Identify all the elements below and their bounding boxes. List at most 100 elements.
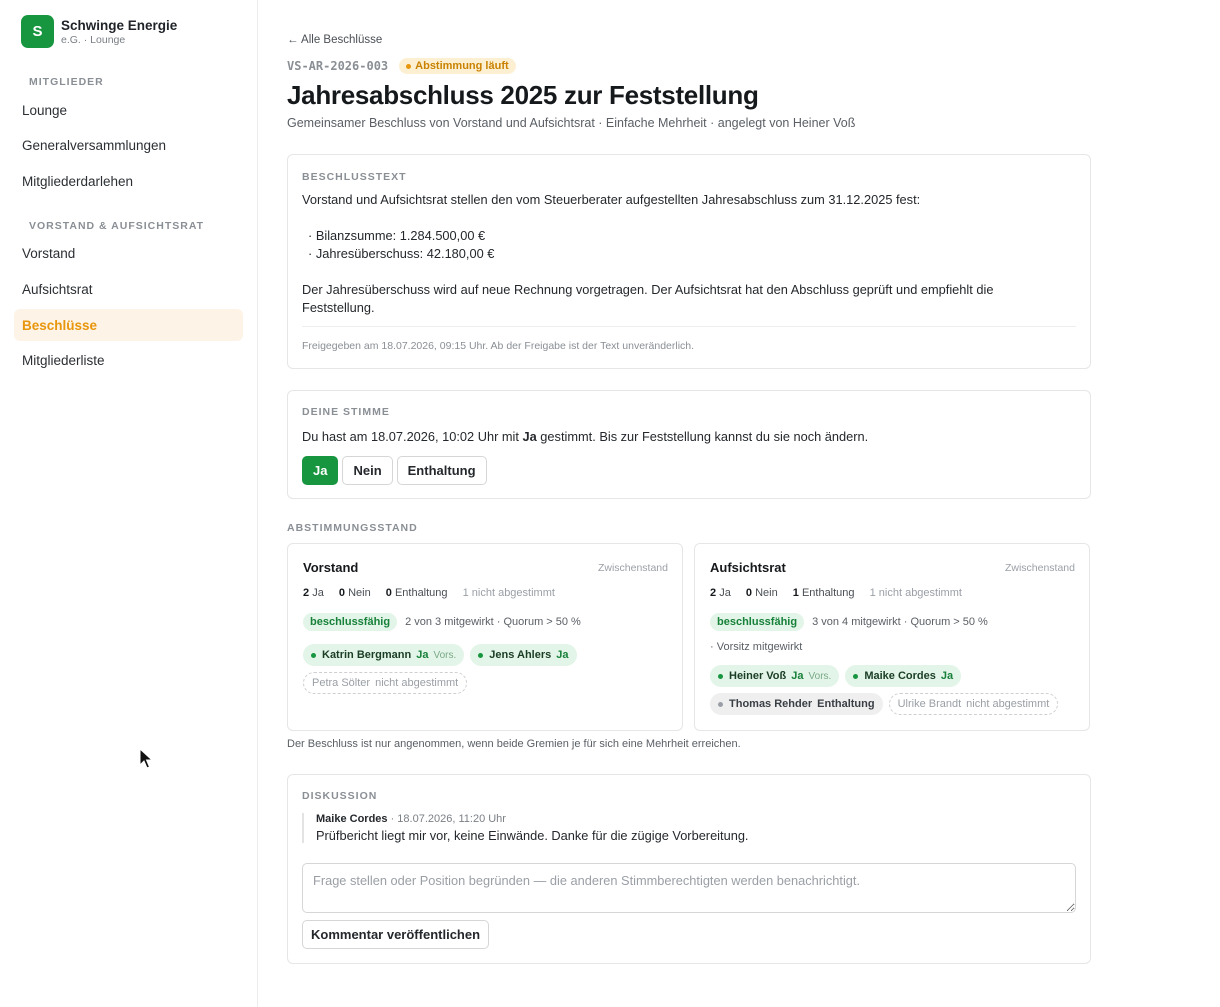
member-name: Jens Ahlers [489, 649, 552, 661]
count-yes: 2 [710, 587, 717, 599]
vote-dot-icon [311, 652, 316, 658]
count-no: 0 [338, 587, 345, 599]
resolution-closing-line: Der Jahresüberschuss wird auf neue Rechn… [302, 282, 994, 297]
comment-timestamp: · 18.07.2026, 11:20 Uhr [387, 813, 506, 825]
member-role: Vors. [808, 670, 832, 682]
count-no-label: Nein [348, 587, 371, 599]
my-vote-text: Du hast am 18.07.2026, 10:02 Uhr mit Ja … [302, 428, 868, 446]
resolution-text-body: Vorstand und Aufsichtsrat stellen den vo… [302, 191, 1078, 317]
sidebar-item-aufsichtsrat[interactable]: Aufsichtsrat [14, 273, 243, 305]
count-abstain: 1 [792, 587, 799, 599]
member-vote: Ja [791, 670, 804, 682]
sidebar-item-lounge[interactable]: Lounge [14, 94, 243, 126]
member-chip: Petra Sölter nicht abgestimmt [303, 672, 468, 694]
vote-dot-icon [718, 701, 723, 707]
my-vote-text-before: Du hast am 18.07.2026, 10:02 Uhr mit [302, 429, 523, 444]
back-link[interactable]: ← Alle Beschlüsse [287, 34, 382, 46]
release-footnote: Freigegeben am 18.07.2026, 09:15 Uhr. Ab… [302, 340, 695, 352]
member-chips: Petra Sölter nicht abgestimmt [303, 672, 473, 694]
member-vote: Ja [416, 649, 429, 661]
tally-card-vorstand: Vorstand Zwischenstand 2 Ja 0 Nein 0 Ent… [287, 543, 683, 731]
tally-card-aufsichtsrat: Aufsichtsrat Zwischenstand 2 Ja 0 Nein 1… [694, 543, 1090, 731]
discussion-card: DISKUSSION Maike Cordes · 18.07.2026, 11… [287, 774, 1091, 964]
vote-yes-button[interactable]: Ja [302, 456, 339, 485]
resolution-text-card: BESCHLUSSTEXT Vorstand und Aufsichtsrat … [287, 154, 1091, 369]
my-vote-card: DEINE STIMME Du hast am 18.07.2026, 10:0… [287, 390, 1091, 499]
count-abstain-label: Enthaltung [801, 587, 855, 599]
brand-text: Schwinge Energie e.G. · Lounge [61, 17, 177, 47]
member-name: Petra Sölter [312, 677, 371, 689]
count-abstain-label: Enthaltung [394, 587, 448, 599]
brand[interactable]: S Schwinge Energie e.G. · Lounge [21, 15, 177, 48]
brand-name: Schwinge Energie [61, 17, 178, 33]
resolution-closing-line: Feststellung. [302, 300, 375, 315]
sidebar-item-generalversammlungen[interactable]: Generalversammlungen [14, 129, 243, 161]
tally-label: ABSTIMMUNGSSTAND [287, 522, 418, 534]
count-no-label: Nein [755, 587, 778, 599]
vote-options: Ja Nein Enthaltung [302, 456, 491, 485]
quorum-badge: beschlussfähig [303, 613, 398, 631]
vote-dot-icon [478, 652, 484, 658]
member-chips: Katrin Bergmann Ja Vors. Jens Ahlers Ja [303, 644, 583, 666]
interim-label: Zwischenstand [1004, 562, 1075, 574]
majority-rule-note: Der Beschluss ist nur angenommen, wenn b… [287, 738, 741, 750]
comment-meta: Maike Cordes · 18.07.2026, 11:20 Uhr [316, 813, 749, 825]
count-no: 0 [745, 587, 752, 599]
chair-note: · Vorsitz mitgewirkt [710, 641, 803, 653]
quorum-row: beschlussfähig 2 von 3 mitgewirkt · Quor… [303, 613, 581, 631]
member-vote: Ja [940, 670, 954, 682]
count-yes-label: Ja [719, 587, 731, 599]
my-vote-word: Ja [522, 429, 537, 444]
resolution-bullet: · Jahresüberschuss: 42.180,00 € [308, 246, 495, 261]
comment-body: Prüfbericht liegt mir vor, keine Einwänd… [316, 828, 749, 843]
member-vote: Ja [556, 649, 569, 661]
vote-abstain-button[interactable]: Enthaltung [396, 456, 487, 485]
mouse-cursor-icon [139, 748, 154, 769]
my-vote-text-after: gestimmt. Bis zur Feststellung kannst du… [536, 429, 869, 444]
vote-counts: 2 Ja 0 Nein 1 Enthaltung 1 nicht abgesti… [710, 587, 962, 599]
member-chip: Ulrike Brandt nicht abgestimmt [888, 693, 1059, 715]
vote-counts: 2 Ja 0 Nein 0 Enthaltung 1 nicht abgesti… [303, 587, 555, 599]
quorum-text: 2 von 3 mitgewirkt · Quorum > 50 % [405, 616, 581, 628]
tally-body-name: Vorstand [303, 560, 359, 575]
reference-row: VS-AR-2026-003 Abstimmung läuft [287, 58, 516, 74]
quorum-text: 3 von 4 mitgewirkt · Quorum > 50 % [812, 616, 988, 628]
status-badge: Abstimmung läuft [399, 58, 516, 74]
member-name: Ulrike Brandt [897, 698, 962, 710]
resolution-text-label: BESCHLUSSTEXT [302, 171, 407, 183]
sidebar-item-vorstand[interactable]: Vorstand [14, 237, 243, 269]
brand-subtitle: e.G. · Lounge [61, 33, 126, 46]
page-subtitle: Gemeinsamer Beschluss von Vorstand und A… [287, 116, 856, 130]
count-open: 1 nicht abgestimmt [869, 587, 962, 599]
member-name: Heiner Voß [729, 670, 787, 682]
tally-body-name: Aufsichtsrat [710, 560, 786, 575]
member-vote: nicht abgestimmt [966, 698, 1050, 710]
comment-author: Maike Cordes [316, 813, 388, 825]
quorum-badge: beschlussfähig [710, 613, 805, 631]
publish-comment-button[interactable]: Kommentar veröffentlichen [302, 920, 490, 949]
discussion-label: DISKUSSION [302, 790, 378, 802]
sidebar-item-beschluesse[interactable]: Beschlüsse [14, 309, 243, 341]
status-dot-icon [406, 63, 412, 69]
member-name: Maike Cordes [864, 670, 936, 682]
vote-dot-icon [718, 673, 723, 679]
resolution-intro: Vorstand und Aufsichtsrat stellen den vo… [302, 192, 921, 207]
comment-input[interactable] [302, 863, 1076, 913]
member-chip: Jens Ahlers Ja [470, 644, 577, 666]
quorum-row: beschlussfähig 3 von 4 mitgewirkt · Quor… [710, 613, 988, 631]
member-chip: Katrin Bergmann Ja Vors. [303, 644, 465, 666]
member-chip: Thomas Rehder Enthaltung [710, 693, 883, 715]
divider [302, 326, 1076, 327]
member-vote: Enthaltung [817, 698, 875, 710]
member-chip: Heiner Voß Ja Vors. [710, 665, 840, 687]
member-chips: Heiner Voß Ja Vors. Maike Cordes Ja [710, 665, 967, 687]
vote-dot-icon [853, 673, 859, 679]
sidebar-item-mitgliederdarlehen[interactable]: Mitgliederdarlehen [14, 165, 243, 197]
interim-label: Zwischenstand [597, 562, 668, 574]
vote-no-button[interactable]: Nein [342, 456, 393, 485]
count-yes: 2 [303, 587, 310, 599]
count-yes-label: Ja [312, 587, 324, 599]
sidebar-item-mitgliederliste[interactable]: Mitgliederliste [14, 344, 243, 376]
my-vote-label: DEINE STIMME [302, 406, 390, 418]
count-open: 1 nicht abgestimmt [462, 587, 555, 599]
